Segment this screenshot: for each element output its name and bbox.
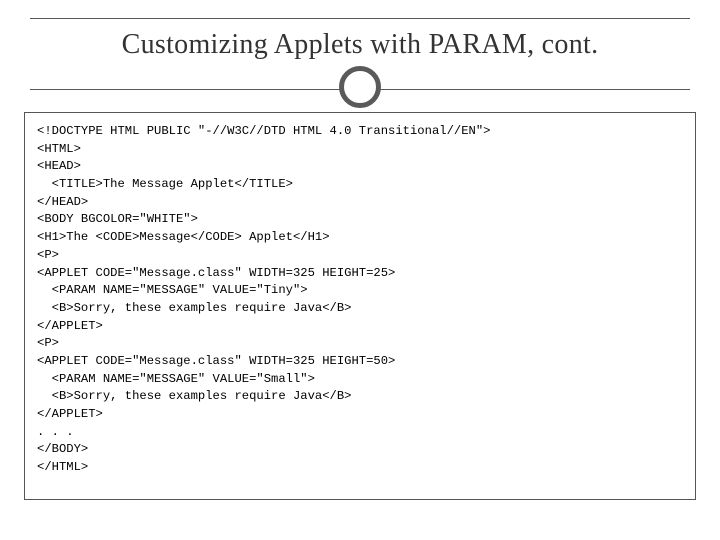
slide: Customizing Applets with PARAM, cont. <!…	[0, 0, 720, 540]
code-line: . . .	[37, 425, 74, 439]
code-line: <B>Sorry, these examples require Java</B…	[37, 301, 352, 315]
code-line: </HTML>	[37, 460, 88, 474]
code-line: <P>	[37, 248, 59, 262]
code-line: <BODY BGCOLOR="WHITE">	[37, 212, 198, 226]
code-line: <HEAD>	[37, 159, 81, 173]
code-line: <HTML>	[37, 142, 81, 156]
code-box: <!DOCTYPE HTML PUBLIC "-//W3C//DTD HTML …	[24, 112, 696, 500]
code-line: </APPLET>	[37, 319, 103, 333]
code-line: </BODY>	[37, 442, 88, 456]
code-line: <H1>The <CODE>Message</CODE> Applet</H1>	[37, 230, 330, 244]
decorative-circle-icon	[339, 66, 381, 108]
code-line: <P>	[37, 336, 59, 350]
code-line: <B>Sorry, these examples require Java</B…	[37, 389, 352, 403]
code-line: </HEAD>	[37, 195, 88, 209]
code-line: <PARAM NAME="MESSAGE" VALUE="Small">	[37, 372, 315, 386]
code-line: <TITLE>The Message Applet</TITLE>	[37, 177, 293, 191]
code-line: </APPLET>	[37, 407, 103, 421]
code-line: <APPLET CODE="Message.class" WIDTH=325 H…	[37, 266, 395, 280]
slide-title: Customizing Applets with PARAM, cont.	[30, 29, 690, 61]
code-block: <!DOCTYPE HTML PUBLIC "-//W3C//DTD HTML …	[37, 123, 683, 477]
code-line: <PARAM NAME="MESSAGE" VALUE="Tiny">	[37, 283, 308, 297]
code-line: <APPLET CODE="Message.class" WIDTH=325 H…	[37, 354, 395, 368]
code-line: <!DOCTYPE HTML PUBLIC "-//W3C//DTD HTML …	[37, 124, 490, 138]
